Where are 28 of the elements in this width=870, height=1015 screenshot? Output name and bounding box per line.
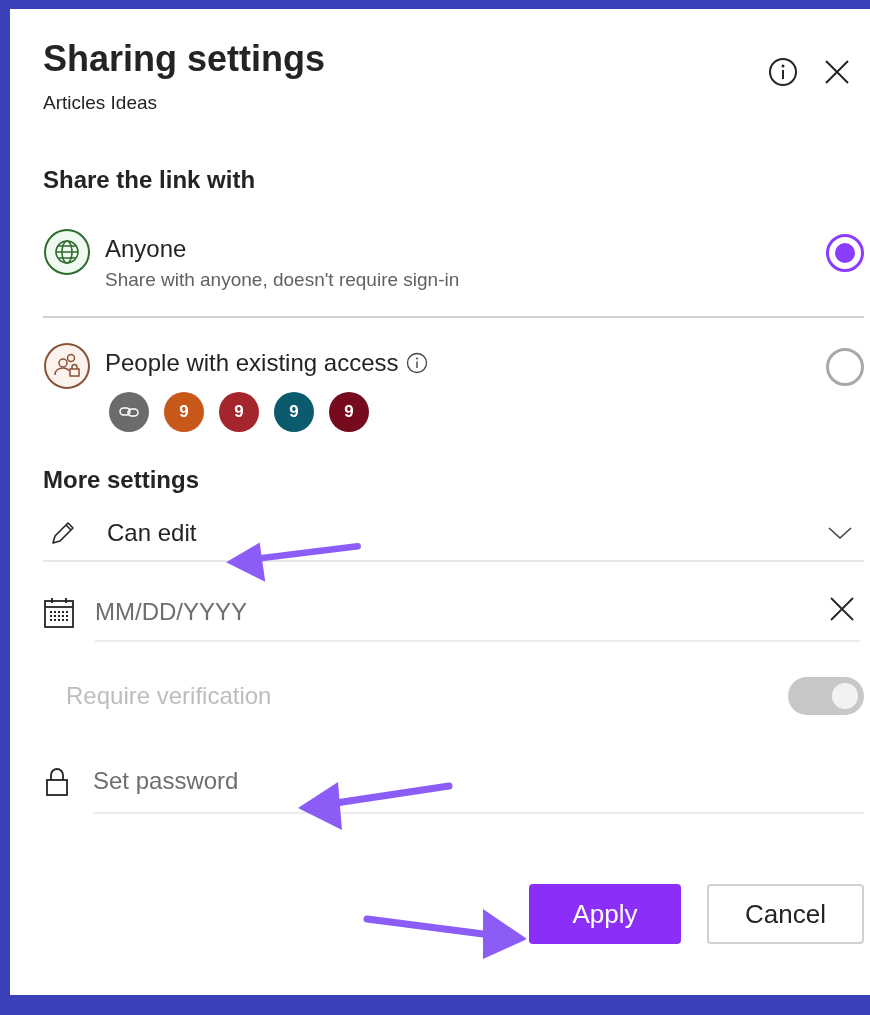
pencil-icon	[49, 519, 77, 547]
cancel-button[interactable]: Cancel	[707, 884, 864, 944]
chevron-down-icon	[828, 526, 852, 540]
globe-icon	[43, 227, 91, 276]
apply-button[interactable]: Apply	[529, 884, 681, 944]
radio-button[interactable]	[826, 233, 864, 272]
section-heading: Share the link with	[43, 164, 257, 195]
lock-icon	[45, 767, 69, 797]
dialog-subtitle: Articles Ideas	[43, 91, 159, 115]
close-icon[interactable]	[824, 59, 850, 85]
clear-icon[interactable]	[830, 597, 854, 621]
user-avatar: 9	[274, 392, 314, 432]
link-icon	[119, 405, 139, 419]
user-avatar: 9	[164, 392, 204, 432]
option-description: Share with anyone, doesn't require sign-in	[105, 267, 461, 292]
user-avatar: 9	[329, 392, 369, 432]
date-field[interactable]: MM/DD/YYYY	[95, 584, 860, 642]
section-heading: More settings	[43, 465, 201, 495]
info-icon[interactable]	[768, 57, 798, 87]
verification-label: Require verification	[66, 681, 272, 711]
radio-button[interactable]	[826, 348, 864, 386]
option-label: Anyone	[105, 233, 187, 264]
calendar-icon	[43, 597, 75, 629]
option-label: People with existing access	[105, 348, 399, 378]
dialog-title: Sharing settings	[43, 37, 326, 81]
info-icon[interactable]	[406, 352, 429, 374]
people-lock-icon	[43, 342, 91, 390]
user-avatar: 9	[219, 392, 259, 432]
